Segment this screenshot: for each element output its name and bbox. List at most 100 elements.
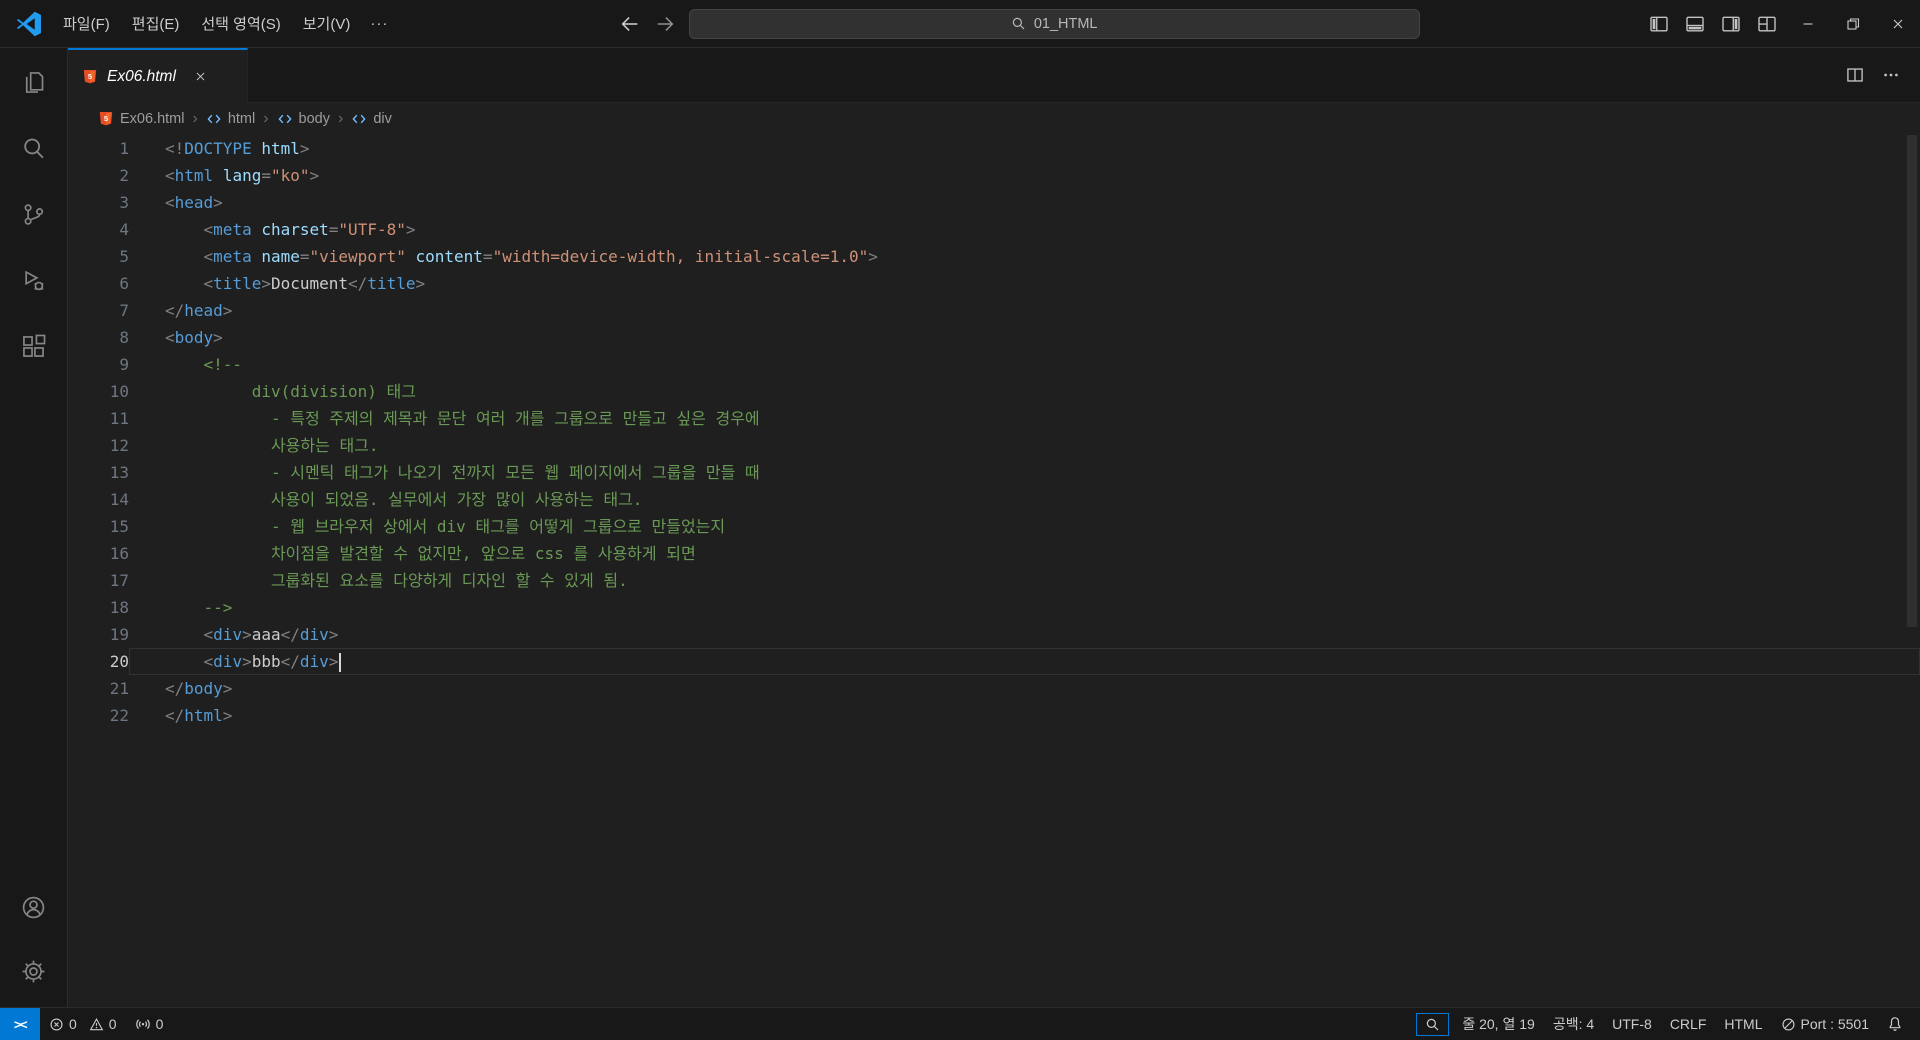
encoding-setting[interactable]: UTF-8: [1603, 1008, 1661, 1040]
command-center-search[interactable]: 01_HTML: [688, 8, 1420, 39]
breadcrumb-item-div[interactable]: div: [351, 111, 392, 127]
line-number-15[interactable]: 15: [68, 513, 129, 540]
cursor-position[interactable]: 줄 20, 열 19: [1453, 1008, 1543, 1040]
status-bar: >< 0 0 0 줄 20, 열 19 공백: 4 UTF-8 CRLF HTM…: [0, 1007, 1920, 1040]
line-number-6[interactable]: 6: [68, 270, 129, 297]
code-line-21[interactable]: 21 </body>: [68, 675, 1920, 702]
code-line-22[interactable]: 22 </html>: [68, 702, 1920, 729]
line-number-11[interactable]: 11: [68, 405, 129, 432]
code-line-5[interactable]: 5 <meta name="viewport" content="width=d…: [68, 243, 1920, 270]
problems-indicator[interactable]: 0 0: [40, 1008, 126, 1040]
line-number-2[interactable]: 2: [68, 162, 129, 189]
forward-arrow-icon[interactable]: [654, 13, 676, 35]
line-number-19[interactable]: 19: [68, 621, 129, 648]
element-icon: [206, 111, 222, 127]
activity-bar-bottom: [6, 879, 62, 999]
code-text: </body>: [165, 679, 233, 698]
line-number-3[interactable]: 3: [68, 189, 129, 216]
code-text: - 특정 주제의 제목과 문단 여러 개를 그룹으로 만들고 싶은 경우에: [165, 409, 760, 428]
line-number-18[interactable]: 18: [68, 594, 129, 621]
indentation-setting[interactable]: 공백: 4: [1544, 1008, 1603, 1040]
language-mode[interactable]: HTML: [1715, 1008, 1771, 1040]
tab-label: Ex06.html: [107, 67, 176, 85]
line-number-16[interactable]: 16: [68, 540, 129, 567]
code-line-10[interactable]: 10 div(division) 태그: [68, 378, 1920, 405]
line-number-14[interactable]: 14: [68, 486, 129, 513]
html-file-icon: 5: [98, 111, 114, 127]
ports-indicator[interactable]: 0: [126, 1008, 173, 1040]
split-editor-icon[interactable]: [1846, 66, 1864, 84]
notifications[interactable]: [1878, 1008, 1912, 1040]
code-line-8[interactable]: 8 <body>: [68, 324, 1920, 351]
code-line-12[interactable]: 12 사용하는 태그.: [68, 432, 1920, 459]
code-line-6[interactable]: 6 <title>Document</title>: [68, 270, 1920, 297]
activity-explorer[interactable]: [6, 54, 62, 110]
code-line-19[interactable]: 19 <div>aaa</div>: [68, 621, 1920, 648]
tab-close-icon[interactable]: [193, 69, 208, 84]
toggle-secondary-sidebar-icon[interactable]: [1713, 0, 1749, 47]
search-text: 01_HTML: [1033, 15, 1098, 32]
more-actions-icon[interactable]: [1882, 66, 1900, 84]
code-line-7[interactable]: 7 </head>: [68, 297, 1920, 324]
activity-extensions[interactable]: [6, 318, 62, 374]
activity-bar-top: [6, 54, 62, 384]
eol-setting[interactable]: CRLF: [1661, 1008, 1716, 1040]
code-line-20[interactable]: 20 <div>bbb</div>: [68, 648, 1920, 675]
editor-group: 5 Ex06.html 5 Ex06.html › html › body › div 1 <!…: [68, 48, 1920, 1007]
remote-indicator[interactable]: ><: [0, 1008, 40, 1040]
menu-more[interactable]: ···: [361, 0, 397, 47]
zoom-indicator[interactable]: [1416, 1012, 1450, 1036]
tab-ex06-html[interactable]: 5 Ex06.html: [68, 48, 248, 103]
code-line-2[interactable]: 2 <html lang="ko">: [68, 162, 1920, 189]
menu-edit[interactable]: 편집(E): [121, 0, 191, 47]
toggle-panel-icon[interactable]: [1677, 0, 1713, 47]
activity-run-debug[interactable]: [6, 252, 62, 308]
editor-scrollbar[interactable]: [1907, 135, 1917, 627]
activity-accounts[interactable]: [6, 879, 62, 935]
line-number-13[interactable]: 13: [68, 459, 129, 486]
explorer-icon: [20, 69, 47, 96]
code-line-14[interactable]: 14 사용이 되었음. 실무에서 가장 많이 사용하는 태그.: [68, 486, 1920, 513]
code-line-15[interactable]: 15 - 웹 브라우저 상에서 div 태그를 어떻게 그룹으로 만들었는지: [68, 513, 1920, 540]
errors-count: 0: [69, 1016, 77, 1032]
line-number-20[interactable]: 20: [68, 648, 129, 675]
code-line-9[interactable]: 9 <!--: [68, 351, 1920, 378]
line-number-9[interactable]: 9: [68, 351, 129, 378]
breadcrumb-item-body[interactable]: body: [277, 111, 330, 127]
customize-layout-icon[interactable]: [1749, 0, 1785, 47]
line-number-10[interactable]: 10: [68, 378, 129, 405]
line-number-21[interactable]: 21: [68, 675, 129, 702]
line-number-12[interactable]: 12: [68, 432, 129, 459]
line-number-1[interactable]: 1: [68, 135, 129, 162]
toggle-primary-sidebar-icon[interactable]: [1641, 0, 1677, 47]
code-line-16[interactable]: 16 차이점을 발견할 수 없지만, 앞으로 css 를 사용하게 되면: [68, 540, 1920, 567]
line-number-17[interactable]: 17: [68, 567, 129, 594]
code-line-17[interactable]: 17 그룹화된 요소를 다양하게 디자인 할 수 있게 됨.: [68, 567, 1920, 594]
line-number-8[interactable]: 8: [68, 324, 129, 351]
line-number-7[interactable]: 7: [68, 297, 129, 324]
window-close-button[interactable]: [1875, 0, 1920, 47]
code-line-3[interactable]: 3 <head>: [68, 189, 1920, 216]
menu-view[interactable]: 보기(V): [292, 0, 362, 47]
line-number-4[interactable]: 4: [68, 216, 129, 243]
line-number-5[interactable]: 5: [68, 243, 129, 270]
breadcrumb-item-html[interactable]: html: [206, 111, 255, 127]
activity-search[interactable]: [6, 120, 62, 176]
menu-file[interactable]: 파일(F): [52, 0, 121, 47]
code-line-1[interactable]: 1 <!DOCTYPE html>: [68, 135, 1920, 162]
code-line-11[interactable]: 11 - 특정 주제의 제목과 문단 여러 개를 그룹으로 만들고 싶은 경우에: [68, 405, 1920, 432]
back-arrow-icon[interactable]: [619, 13, 641, 35]
live-server-port[interactable]: Port : 5501: [1772, 1008, 1879, 1040]
activity-settings[interactable]: [6, 943, 62, 999]
line-number-22[interactable]: 22: [68, 702, 129, 729]
menu-selection[interactable]: 선택 영역(S): [190, 0, 291, 47]
breadcrumb-item-ex06-html[interactable]: 5 Ex06.html: [98, 111, 184, 127]
activity-source-control[interactable]: [6, 186, 62, 242]
circle-slash-icon: [1781, 1017, 1796, 1032]
code-line-4[interactable]: 4 <meta charset="UTF-8">: [68, 216, 1920, 243]
minimize-button[interactable]: [1785, 0, 1830, 47]
maximize-restore-button[interactable]: [1830, 0, 1875, 47]
code-line-18[interactable]: 18 -->: [68, 594, 1920, 621]
code-line-13[interactable]: 13 - 시멘틱 태그가 나오기 전까지 모든 웹 페이지에서 그룹을 만들 때: [68, 459, 1920, 486]
editor[interactable]: 1 <!DOCTYPE html> 2 <html lang="ko"> 3 <head>…: [68, 135, 1920, 1007]
